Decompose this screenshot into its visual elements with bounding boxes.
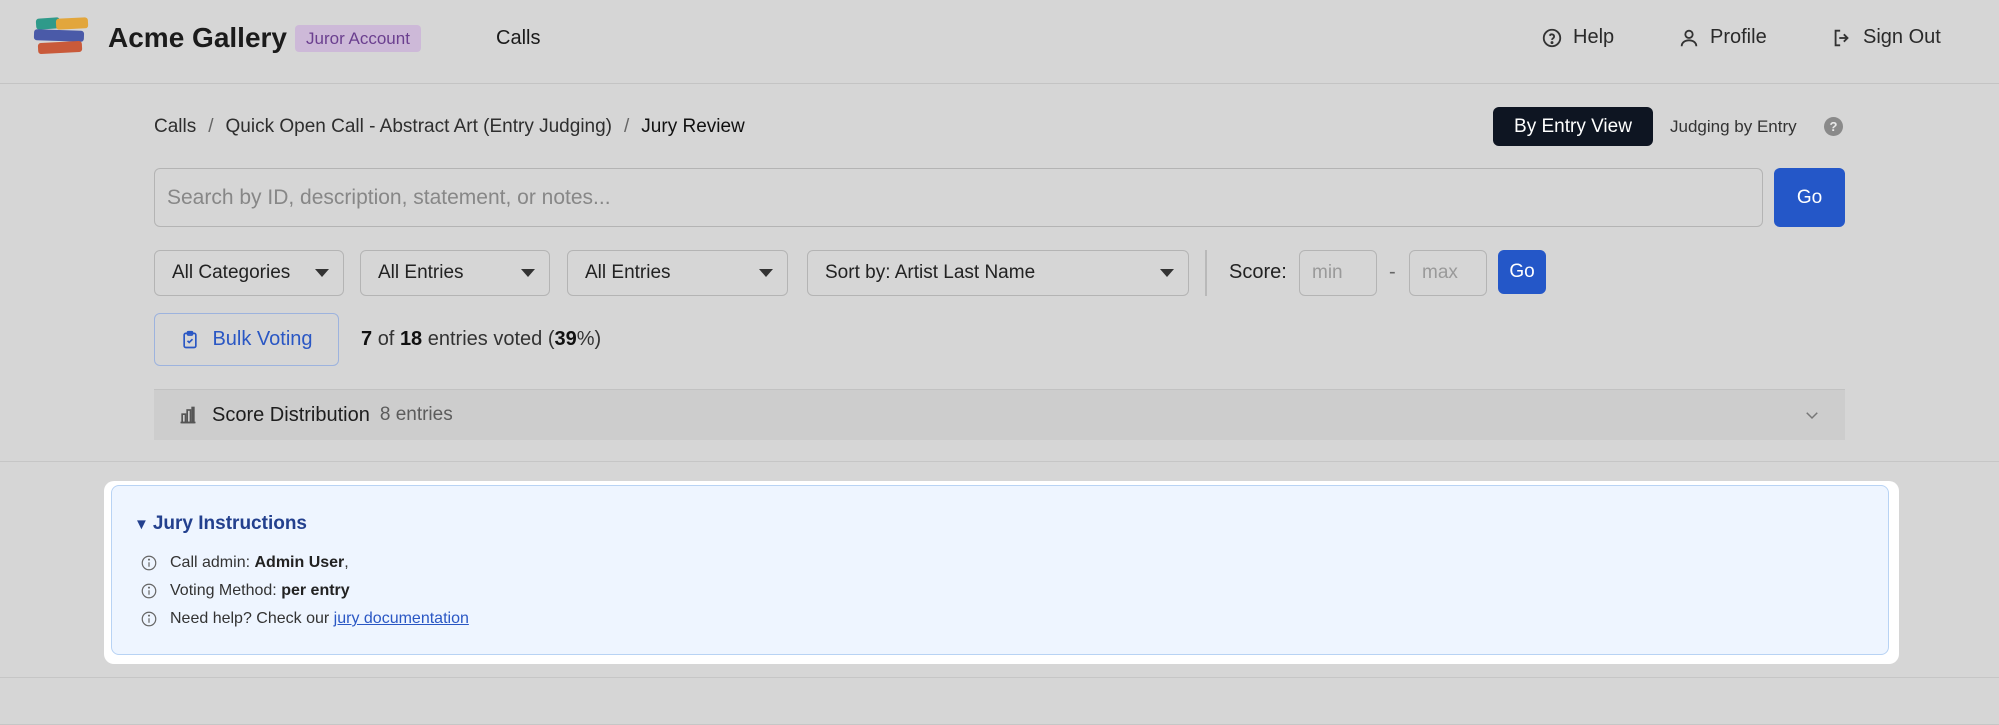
method-value: per entry xyxy=(281,582,350,599)
brand-name[interactable]: Acme Gallery xyxy=(108,22,287,54)
entries-filter-value: All Entries xyxy=(378,262,464,283)
method-prefix: Voting Method: xyxy=(170,582,277,599)
progress-percent-suffix: %) xyxy=(576,328,602,350)
chevron-down-icon xyxy=(1806,412,1818,420)
help-text: Need help? Check our jury documentation xyxy=(170,610,469,628)
sign-out-icon xyxy=(1834,29,1849,46)
score-go-button[interactable]: Go xyxy=(1498,250,1546,294)
score-distribution-count: 8 entries xyxy=(379,404,453,425)
admin-suffix: , xyxy=(344,554,349,571)
progress-of-word: of xyxy=(377,328,395,350)
entries-status-select[interactable]: All Entries xyxy=(567,250,788,296)
entries-status-value: All Entries xyxy=(585,262,671,283)
admin-prefix: Call admin: xyxy=(170,554,251,571)
breadcrumb: Calls / Quick Open Call - Abstract Art (… xyxy=(154,116,745,138)
category-select[interactable]: All Categories xyxy=(154,250,344,296)
info-icon xyxy=(141,611,157,627)
bulk-voting-label: Bulk Voting xyxy=(212,328,313,350)
breadcrumb-current: Jury Review xyxy=(641,116,745,137)
jury-instructions-title: Jury Instructions xyxy=(152,513,308,534)
jury-instructions-panel: ▼ Jury Instructions Call admin: Admin Us… xyxy=(111,485,1889,655)
score-min-input[interactable] xyxy=(1299,250,1377,296)
triangle-down-icon: ▼ xyxy=(134,515,149,533)
progress-entries-voted-word: entries voted ( xyxy=(427,328,555,350)
breadcrumb-calls[interactable]: Calls xyxy=(154,116,196,138)
acme-gallery-logo-icon[interactable] xyxy=(32,16,92,60)
score-range-dash: - xyxy=(1389,261,1396,283)
filter-divider xyxy=(1205,250,1207,296)
score-distribution-title: Score Distribution xyxy=(212,403,370,426)
category-select-value: All Categories xyxy=(172,262,291,283)
top-navigation-bar: Acme Gallery Juror Account Calls Help Pr… xyxy=(0,0,1999,84)
voting-progress-text: 7 of 18 entries voted (39%) xyxy=(361,328,601,351)
instruction-voting-method: Voting Method: per entry xyxy=(140,582,350,600)
sort-select-value: Sort by: Artist Last Name xyxy=(825,262,1036,283)
info-icon xyxy=(141,555,157,571)
profile-link[interactable]: Profile xyxy=(1678,26,1767,49)
score-max-input[interactable] xyxy=(1409,250,1487,296)
sign-out-label: Sign Out xyxy=(1863,26,1941,48)
entries-filter-select[interactable]: All Entries xyxy=(360,250,550,296)
profile-label: Profile xyxy=(1710,26,1767,48)
nav-calls-link[interactable]: Calls xyxy=(496,27,540,50)
jury-documentation-link[interactable]: jury documentation xyxy=(334,610,469,627)
judging-help-icon[interactable]: ? xyxy=(1824,117,1843,136)
sort-select[interactable]: Sort by: Artist Last Name xyxy=(807,250,1189,296)
total-count: 18 xyxy=(399,328,423,350)
admin-name: Admin User xyxy=(254,554,345,571)
voted-count: 7 xyxy=(361,328,373,350)
help-prefix: Need help? Check our xyxy=(170,610,330,627)
section-divider xyxy=(0,677,1999,678)
help-label: Help xyxy=(1573,26,1615,48)
score-distribution-toggle[interactable]: Score Distribution 8 entries xyxy=(154,389,1845,440)
breadcrumb-separator: / xyxy=(624,116,630,137)
chevron-down-icon xyxy=(759,269,773,277)
chevron-down-icon xyxy=(521,269,535,277)
question-circle-icon xyxy=(1542,28,1562,47)
juror-account-badge: Juror Account xyxy=(295,25,421,52)
chevron-down-icon xyxy=(1160,269,1174,277)
user-icon xyxy=(1680,29,1698,46)
bar-chart-icon xyxy=(180,406,196,424)
by-entry-view-button[interactable]: By Entry View xyxy=(1493,107,1653,146)
instruction-help: Need help? Check our jury documentation xyxy=(140,610,469,628)
search-input[interactable] xyxy=(154,168,1763,227)
info-icon xyxy=(141,583,157,599)
score-label: Score: xyxy=(1229,261,1287,283)
bulk-voting-button[interactable]: Bulk Voting xyxy=(154,313,339,366)
section-divider xyxy=(0,461,1999,462)
admin-text: Call admin: Admin User, xyxy=(170,554,349,572)
judging-mode-label: Judging by Entry xyxy=(1670,117,1797,136)
chevron-down-icon xyxy=(315,269,329,277)
instruction-admin: Call admin: Admin User, xyxy=(140,554,349,572)
voted-percent: 39 xyxy=(554,328,577,350)
clipboard-check-icon xyxy=(183,330,198,348)
help-link[interactable]: Help xyxy=(1541,26,1614,49)
breadcrumb-separator: / xyxy=(208,116,214,137)
voting-method-text: Voting Method: per entry xyxy=(170,582,350,600)
search-go-button[interactable]: Go xyxy=(1774,168,1845,227)
breadcrumb-call-name[interactable]: Quick Open Call - Abstract Art (Entry Ju… xyxy=(226,116,613,138)
sign-out-link[interactable]: Sign Out xyxy=(1831,26,1941,49)
jury-instructions-toggle[interactable]: ▼ Jury Instructions xyxy=(134,513,307,535)
